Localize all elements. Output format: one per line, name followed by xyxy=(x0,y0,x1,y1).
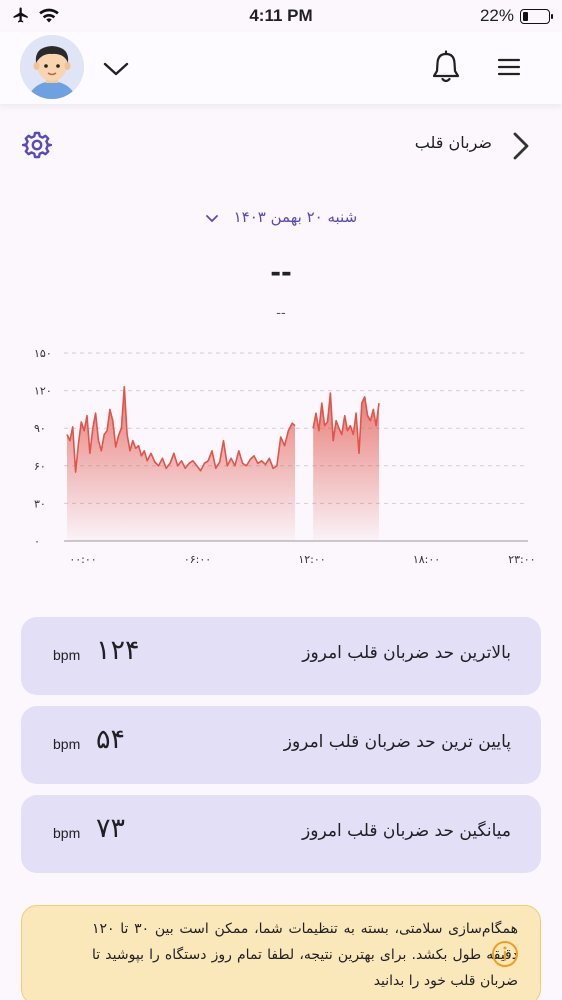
summary-value: -- xyxy=(270,258,292,288)
x-tick-label: ۰۰:۰۰ xyxy=(69,553,96,566)
sync-info-text: همگام‌سازی سلامتی، بسته به تنظیمات شما، … xyxy=(92,921,519,989)
status-bar: 4:11 PM 22% xyxy=(0,0,562,32)
chevron-right-icon[interactable] xyxy=(508,130,534,162)
battery-fill xyxy=(523,11,529,21)
stat-card-min: پایین ترین حد ضربان قلب امروز ۵۴ bpm xyxy=(21,706,541,784)
battery-percent: 22% xyxy=(479,6,514,25)
stat-unit: bpm xyxy=(53,736,81,752)
battery-icon xyxy=(520,8,553,24)
heart-rate-area xyxy=(67,386,296,541)
y-tick-label: ۹۰ xyxy=(34,422,46,435)
status-right: 22% xyxy=(479,6,553,26)
bell-icon[interactable] xyxy=(430,50,462,84)
stat-label: پایین ترین حد ضربان قلب امروز xyxy=(283,732,511,752)
chevron-down-icon[interactable] xyxy=(101,54,131,84)
stat-label: بالاترین حد ضربان قلب امروز xyxy=(302,643,511,663)
stat-value: ۷۳ xyxy=(96,813,126,844)
x-tick-label: ۲۳:۰۰ xyxy=(508,553,535,566)
status-time: 4:11 PM xyxy=(249,6,313,25)
stat-card-average: میانگین حد ضربان قلب امروز ۷۳ bpm xyxy=(21,795,541,873)
app-header xyxy=(0,32,562,104)
date-selector[interactable]: شنبه ۲۰ بهمن ۱۴۰۳ xyxy=(0,208,562,226)
chevron-down-icon xyxy=(205,214,218,222)
gear-icon[interactable] xyxy=(22,130,52,160)
stat-label: میانگین حد ضربان قلب امروز xyxy=(302,821,511,841)
stat-unit: bpm xyxy=(53,825,81,841)
avatar[interactable] xyxy=(20,35,84,99)
x-tick-label: ۰۶:۰۰ xyxy=(184,553,211,566)
stat-value: ۱۲۴ xyxy=(96,635,140,666)
summary-subtext: -- xyxy=(276,306,286,321)
y-tick-label: ۱۲۰ xyxy=(34,385,52,398)
info-icon xyxy=(492,941,518,967)
x-tick-label: ۱۸:۰۰ xyxy=(413,553,440,566)
avatar-illustration xyxy=(20,35,84,99)
stat-value: ۵۴ xyxy=(96,724,126,755)
y-tick-label: ۱۵۰ xyxy=(34,347,52,360)
x-tick-label: ۱۲:۰۰ xyxy=(298,553,325,566)
title-row: ضربان قلب xyxy=(0,128,562,164)
page-title: ضربان قلب xyxy=(414,133,492,152)
heart-rate-chart: ۰ ۳۰ ۶۰ ۹۰ ۱۲۰ ۱۵۰ ۰۰:۰۰ ۰۶:۰۰ ۱۲:۰۰ ۱۸:۰۰ ۲۳:۰۰ xyxy=(34,347,536,566)
stat-card-max: بالاترین حد ضربان قلب امروز ۱۲۴ bpm xyxy=(21,617,541,695)
y-tick-label: ۳۰ xyxy=(34,497,46,510)
y-tick-label: ۶۰ xyxy=(34,460,46,473)
hamburger-menu-icon[interactable] xyxy=(495,54,523,80)
date-label: شنبه ۲۰ بهمن ۱۴۰۳ xyxy=(233,208,358,226)
stat-unit: bpm xyxy=(53,647,81,663)
sync-info-box: همگام‌سازی سلامتی، بسته به تنظیمات شما، … xyxy=(21,905,541,1000)
y-tick-label: ۰ xyxy=(34,535,40,548)
